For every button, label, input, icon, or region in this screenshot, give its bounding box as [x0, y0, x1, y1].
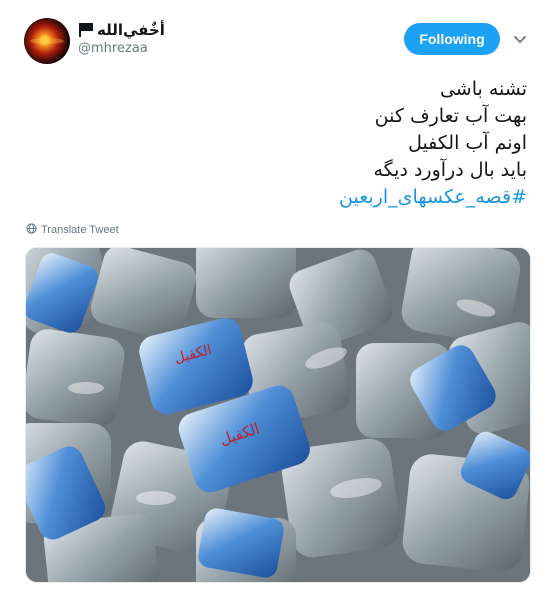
tweet-text: تشنه باشی بهت آب تعارف کنن اونم آب الکفی… [47, 76, 527, 211]
chevron-down-icon[interactable] [514, 34, 526, 46]
tweet-line: تشنه باشی [439, 78, 527, 100]
following-button[interactable]: Following [404, 23, 500, 55]
photo-water-cups: الکفیل الکفیل [26, 248, 530, 582]
tweet-line: بهت آب تعارف کنن [374, 105, 527, 127]
black-flag-icon [78, 23, 94, 37]
user-handle[interactable]: @mhrezaa [78, 40, 378, 58]
tweet-line: اونم آب الکفیل [408, 132, 527, 154]
tweet-card: أخٌفي‌الله @mhrezaa Following تشنه باشی … [0, 0, 551, 592]
user-info: أخٌفي‌الله @mhrezaa [78, 20, 378, 58]
globe-icon [26, 223, 37, 237]
avatar[interactable] [24, 18, 70, 64]
display-name[interactable]: أخٌفي‌الله [97, 20, 165, 40]
hashtag-link[interactable]: #قصه_عکسهای_اربعین [47, 184, 527, 211]
translate-tweet-link[interactable]: Translate Tweet [26, 222, 119, 238]
tweet-photo[interactable]: الکفیل الکفیل [25, 247, 531, 583]
translate-label: Translate Tweet [41, 224, 119, 236]
tweet-line: باید بال درآورد دیگه [373, 159, 528, 181]
